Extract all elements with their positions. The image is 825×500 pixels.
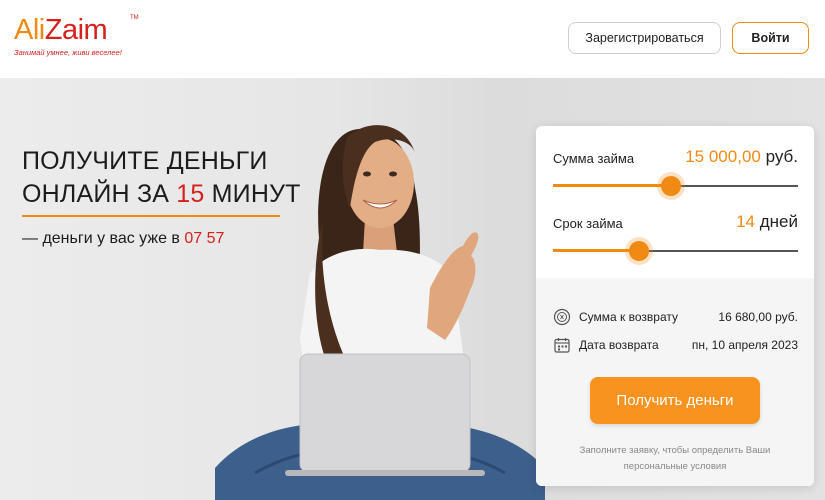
hero-headline: ПОЛУЧИТЕ ДЕНЬГИ ОНЛАЙН ЗА 15 МИНУТ [22, 145, 301, 211]
return-date-label: Дата возврата [579, 338, 659, 352]
get-money-button[interactable]: Получить деньги [590, 377, 760, 424]
return-sum-label: Сумма к возврату [579, 310, 678, 324]
calendar-icon [554, 338, 570, 353]
term-slider-fill [553, 249, 639, 252]
amount-slider-fill [553, 184, 671, 187]
logo-trademark: TM [130, 15, 139, 21]
term-slider[interactable] [553, 240, 798, 262]
term-label: Срок займа [553, 216, 623, 231]
coin-return-icon [553, 308, 571, 326]
calculator-summary: Сумма к возврату 16 680,00 руб. Дата воз… [536, 278, 814, 486]
calculator-controls: Сумма займа 15 000,00 руб. Срок займа 14… [536, 126, 814, 278]
logo-slogan: Занимай умнее, живи веселее! [14, 48, 122, 57]
return-sum-row: Сумма к возврату 16 680,00 руб. [553, 308, 798, 328]
logo-wordmark: AliZaim [14, 14, 108, 46]
hero-subline: — деньги у вас уже в 07 57 [22, 230, 225, 247]
amount-value: 15 000,00 руб. [685, 147, 798, 166]
hero-subline-time: 07 57 [184, 230, 225, 247]
term-slider-thumb[interactable] [628, 241, 649, 261]
return-date-row: Дата возврата пн, 10 апреля 2023 [553, 336, 798, 356]
amount-label: Сумма займа [553, 151, 635, 166]
amount-slider-thumb[interactable] [660, 176, 681, 196]
term-value: 14 дней [736, 212, 798, 231]
loan-calculator: Сумма займа 15 000,00 руб. Срок займа 14… [536, 126, 814, 486]
alizaim-logo[interactable]: AliZaim TM Занимай умнее, живи веселее! [14, 14, 144, 64]
site-header: AliZaim TM Занимай умнее, живи веселее! … [0, 0, 825, 78]
headline-underline [22, 215, 280, 217]
woman-with-laptop-image [215, 125, 545, 500]
headline-line-2: ОНЛАЙН ЗА 15 МИНУТ [22, 180, 301, 208]
headline-line-1: ПОЛУЧИТЕ ДЕНЬГИ [22, 147, 268, 175]
headline-minutes-number: 15 [176, 180, 205, 208]
login-button[interactable]: Войти [732, 22, 809, 54]
return-date-value: пн, 10 апреля 2023 [691, 338, 798, 352]
register-button[interactable]: Зарегистрироваться [568, 22, 721, 54]
amount-slider[interactable] [553, 175, 798, 197]
return-sum-value: 16 680,00 руб. [718, 310, 798, 324]
application-hint: Заполните заявку, чтобы определить Ваши … [579, 445, 771, 472]
